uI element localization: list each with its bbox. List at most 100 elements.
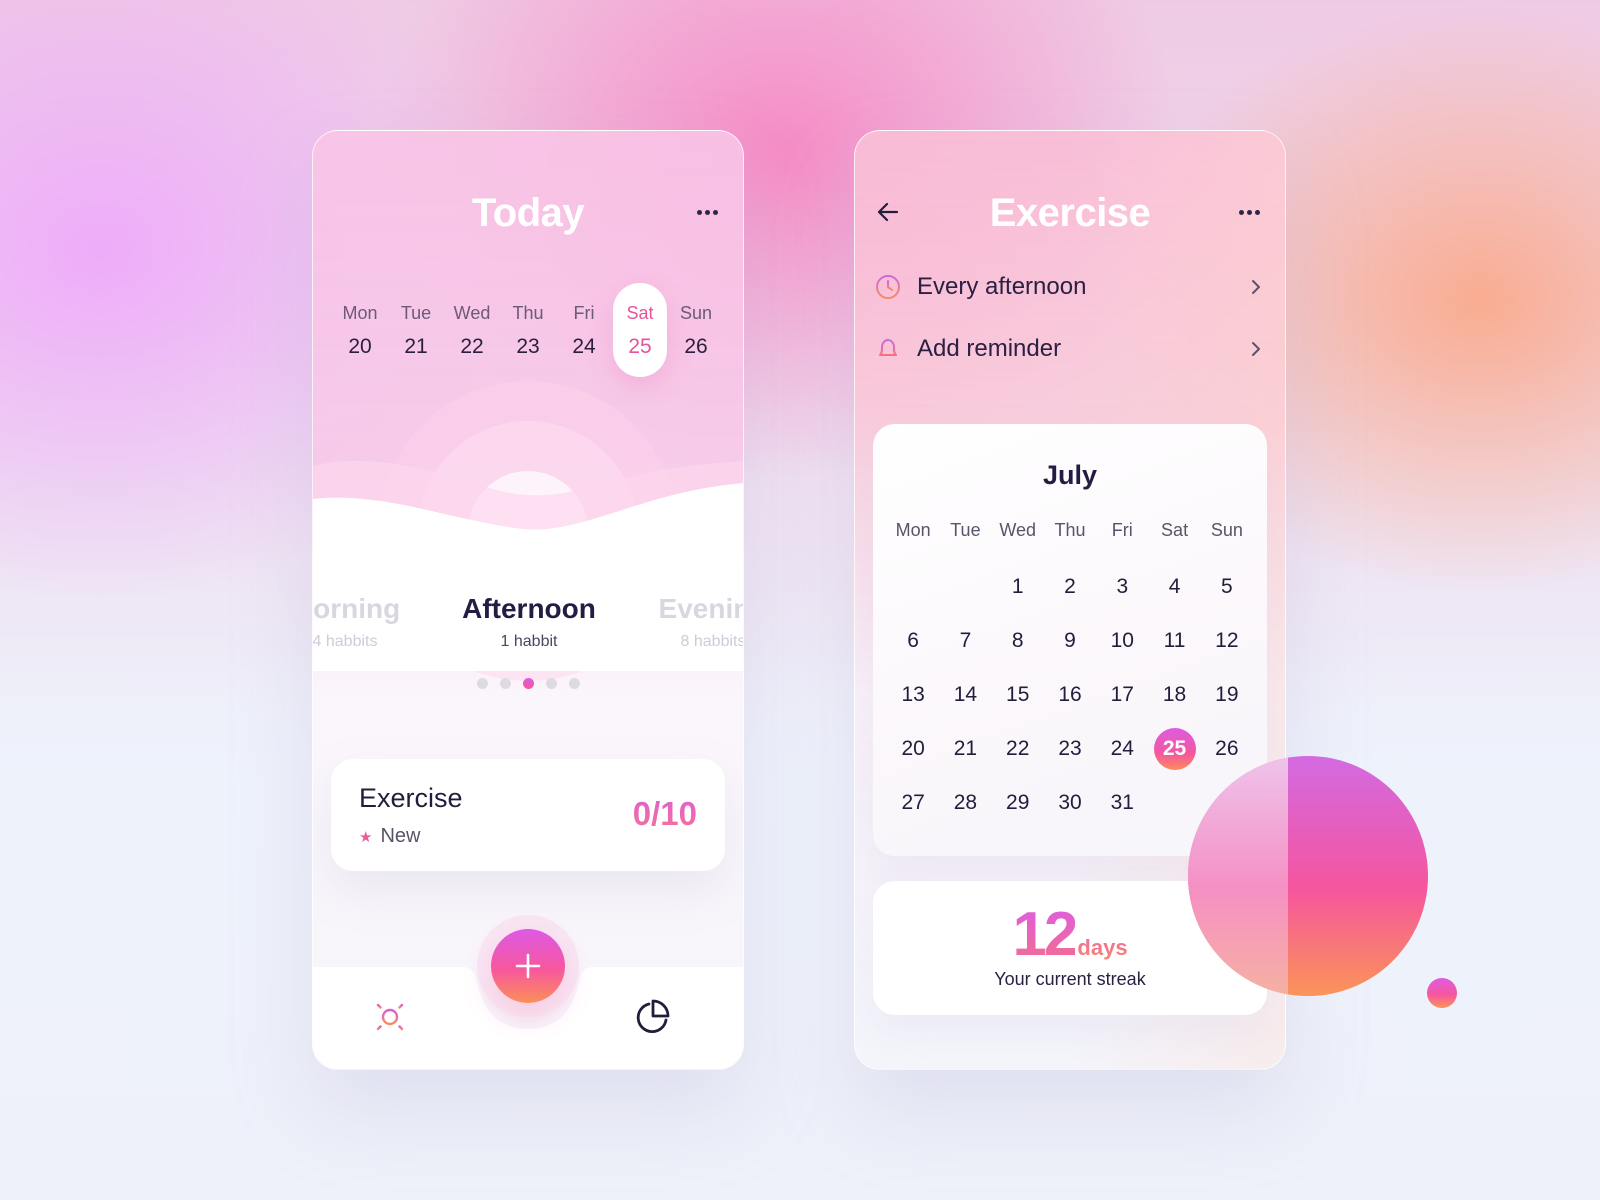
calendar-day[interactable]: 16 (1044, 658, 1096, 712)
calendar-day[interactable]: 1 (992, 550, 1044, 604)
nav-stats-button[interactable] (632, 997, 672, 1037)
calendar-day[interactable]: 5 (1201, 550, 1253, 604)
page-dot[interactable] (545, 678, 557, 689)
page-title: Exercise (989, 191, 1151, 235)
week-day-mon[interactable]: Mon 20 (333, 283, 387, 377)
calendar-day[interactable]: 10 (1096, 604, 1148, 658)
calendar-empty-cell (939, 550, 991, 604)
page-dot[interactable] (476, 678, 488, 689)
page-dot[interactable] (522, 678, 534, 689)
reminder-label: Add reminder (917, 335, 1062, 362)
calendar-day[interactable]: 30 (1044, 766, 1096, 820)
streak-label: Your current streak (994, 969, 1146, 989)
habit-progress: 0/10 (632, 795, 697, 832)
weekday-date: 21 (404, 335, 428, 358)
chevron-right-icon (1252, 280, 1260, 294)
calendar-day[interactable]: 24 (1096, 712, 1148, 766)
clock-icon (876, 275, 900, 299)
period-morning[interactable]: Morning 4 habbits (313, 593, 405, 651)
calendar-day[interactable]: 12 (1201, 604, 1253, 658)
habit-card[interactable]: Exercise ★ New 0/10 (331, 759, 725, 871)
calendar-day[interactable]: 28 (939, 766, 991, 820)
week-day-sat[interactable]: Sat 25 (613, 283, 667, 377)
calendar-empty-cell (887, 550, 939, 604)
reminder-row[interactable]: Add reminder (875, 329, 1265, 369)
decorative-orb-large (1188, 756, 1428, 996)
bottom-nav (313, 929, 743, 1069)
calendar-weekday: Thu (1054, 520, 1086, 540)
period-evening[interactable]: Evening 8 habbits (643, 593, 743, 651)
sun-icon (371, 998, 409, 1036)
habit-name: Exercise (359, 783, 463, 813)
period-afternoon[interactable]: Afternoon 1 habbit (439, 593, 619, 651)
calendar-day[interactable]: 23 (1044, 712, 1096, 766)
week-day-sun[interactable]: Sun 26 (669, 283, 723, 377)
calendar-day[interactable]: 13 (887, 658, 939, 712)
page-title: Today (471, 191, 585, 235)
plus-icon (515, 953, 541, 979)
calendar-day[interactable]: 7 (939, 604, 991, 658)
more-horizontal-icon[interactable] (1235, 205, 1263, 219)
week-strip: Mon 20 Tue 21 Wed 22 Thu 23 Fri 24 Sat 25 Sun … (333, 283, 723, 377)
calendar-day[interactable]: 19 (1201, 658, 1253, 712)
calendar-weekday: Sat (1161, 520, 1189, 540)
weekday-name: Tue (400, 303, 432, 323)
calendar-day[interactable]: 17 (1096, 658, 1148, 712)
calendar-day[interactable]: 26 (1201, 712, 1253, 766)
weekday-name: Sun (679, 303, 713, 323)
decorative-orb-small (1427, 978, 1457, 1008)
week-day-wed[interactable]: Wed 22 (445, 283, 499, 377)
weekday-date: 26 (684, 335, 708, 358)
week-day-tue[interactable]: Tue 21 (389, 283, 443, 377)
nav-today-button[interactable] (370, 997, 410, 1037)
period-carousel: Morning 4 habbits Afternoon 1 habbit Eve… (313, 593, 743, 673)
calendar-day[interactable]: 14 (939, 658, 991, 712)
schedule-label: Every afternoon (917, 273, 1087, 300)
bell-icon (879, 339, 897, 359)
calendar-day[interactable]: 8 (992, 604, 1044, 658)
calendar-day[interactable]: 22 (992, 712, 1044, 766)
calendar-grid: Mon Tue Wed Thu Fri Sat Sun 1 2 3 4 5 6 7 8 9 10 11 12 13 14… (887, 520, 1253, 820)
add-habit-button[interactable] (491, 929, 565, 1003)
calendar-day[interactable]: 6 (887, 604, 939, 658)
calendar-day-today[interactable]: 25 (1148, 712, 1200, 770)
weekday-name: Wed (453, 303, 491, 323)
streak-unit: days (1077, 935, 1128, 960)
weekday-date: 22 (460, 335, 484, 358)
weekday-date: 20 (348, 335, 372, 358)
weekday-name: Sat (626, 303, 654, 323)
calendar-day[interactable]: 15 (992, 658, 1044, 712)
today-screen: Today Mon 20 Tue 21 Wed 22 Thu 23 Fri 24 Sat … (312, 130, 744, 1070)
page-dot[interactable] (499, 678, 511, 689)
weekday-date: 24 (572, 335, 596, 358)
chevron-right-icon (1252, 342, 1260, 356)
page-dot[interactable] (568, 678, 580, 689)
schedule-row[interactable]: Every afternoon (875, 267, 1265, 307)
calendar-day[interactable]: 21 (939, 712, 991, 766)
weekday-date: 23 (516, 335, 540, 358)
star-icon: ★ (359, 828, 373, 846)
month-calendar: July Mon Tue Wed Thu Fri Sat Sun 1 2 3 4 5 6 7 8 9 10 11 1… (873, 424, 1267, 856)
calendar-weekday: Sun (1210, 520, 1243, 540)
calendar-day[interactable]: 29 (992, 766, 1044, 820)
more-horizontal-icon[interactable] (693, 205, 721, 219)
calendar-day[interactable]: 3 (1096, 550, 1148, 604)
calendar-day[interactable]: 31 (1096, 766, 1148, 820)
calendar-day[interactable]: 9 (1044, 604, 1096, 658)
calendar-weekday: Tue (950, 520, 981, 540)
streak-value: 12 (1012, 900, 1078, 969)
calendar-day[interactable]: 20 (887, 712, 939, 766)
calendar-day[interactable]: 11 (1148, 604, 1200, 658)
calendar-day[interactable]: 4 (1148, 550, 1200, 604)
week-day-fri[interactable]: Fri 24 (557, 283, 611, 377)
weekday-name: Mon (342, 303, 378, 323)
calendar-day[interactable]: 27 (887, 766, 939, 820)
calendar-day[interactable]: 18 (1148, 658, 1200, 712)
week-day-thu[interactable]: Thu 23 (501, 283, 555, 377)
calendar-day[interactable]: 2 (1044, 550, 1096, 604)
pie-chart-icon (636, 999, 670, 1033)
calendar-month: July (1042, 460, 1098, 490)
weekday-name: Fri (573, 303, 595, 323)
weekday-date: 25 (628, 335, 652, 358)
calendar-weekday: Fri (1111, 520, 1133, 540)
